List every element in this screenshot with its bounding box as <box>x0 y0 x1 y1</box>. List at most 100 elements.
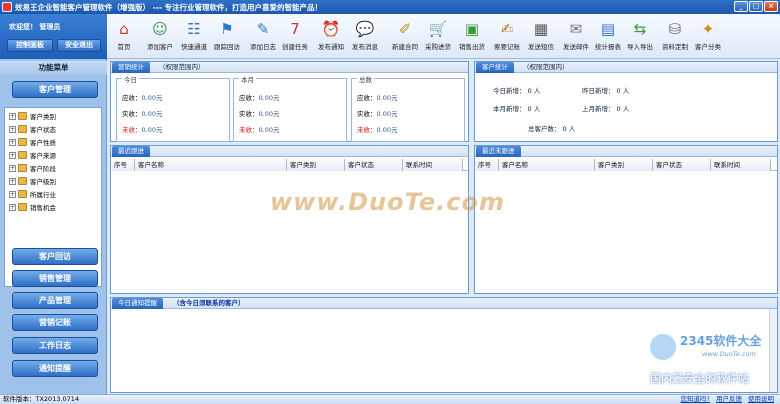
toolbar-button-10[interactable]: ▣ 销售出货 <box>455 16 489 57</box>
sales-stats-scope: （权限范围内） <box>159 63 205 71</box>
tree-item[interactable]: + 客户级别 <box>9 175 56 187</box>
received-value: 0.00元 <box>258 110 280 118</box>
customer-stats-scope: （权限范围内） <box>523 63 569 71</box>
toolbar-button-1[interactable]: ☺ 添加客户 <box>143 16 177 57</box>
received-row: 实收：0.00元 <box>239 110 280 118</box>
tree-item[interactable]: + 客户类别 <box>9 110 56 122</box>
today-notice-header: 今日通知提醒 （含今日须联系的客户） <box>111 298 777 309</box>
folder-icon <box>18 138 27 146</box>
folder-icon <box>18 177 27 185</box>
column-header[interactable]: 客户类别 <box>595 159 653 171</box>
toolbar-button-5[interactable]: 7 创建任务 <box>278 16 312 57</box>
toolbar-button-14[interactable]: ▤ 统计报表 <box>591 16 625 57</box>
status-link[interactable]: 使用说明 <box>748 395 774 404</box>
toolbar-label: 索要记账 <box>494 43 520 51</box>
clock-icon: ⏰ <box>321 20 341 38</box>
expand-icon[interactable]: + <box>9 177 16 185</box>
nav-button-3[interactable]: 营销记账 <box>12 314 98 331</box>
sales-group: 今日 应收：0.00元 实收：0.00元 未收：0.00元 <box>116 74 230 142</box>
safe-exit-button[interactable]: 安全退出 <box>57 39 101 52</box>
toolbar-button-8[interactable]: ✐ 新建合同 <box>388 16 422 57</box>
tree-item[interactable]: + 客户来源 <box>9 149 56 161</box>
toolbar-button-11[interactable]: ✍ 索要记账 <box>490 16 524 57</box>
toolbar-button-12[interactable]: ▦ 发送短信 <box>524 16 558 57</box>
toolbar-label: 跟踪回访 <box>214 43 240 51</box>
column-header[interactable]: 客户名称 <box>499 159 595 171</box>
toolbar-button-6[interactable]: ⏰ 发布通知 <box>314 16 348 57</box>
column-header[interactable]: 客户类别 <box>287 159 345 171</box>
toolbar-button-16[interactable]: ⛁ 资料定制 <box>658 16 692 57</box>
unreceived-value: 0.00元 <box>141 126 163 134</box>
expand-icon[interactable]: + <box>9 138 16 146</box>
tab-recent-unfollow[interactable]: 最近未跟进 <box>476 146 521 157</box>
receivable-row: 应收：0.00元 <box>239 94 280 102</box>
column-header[interactable]: 客户名称 <box>135 159 287 171</box>
nav-button-2[interactable]: 产品管理 <box>12 292 98 309</box>
maximize-button[interactable]: □ <box>749 1 763 12</box>
toolbar-button-17[interactable]: ✦ 客户分类 <box>691 16 725 57</box>
toolbar-button-2[interactable]: ☷ 快速通道 <box>177 16 211 57</box>
column-header[interactable]: 客户状态 <box>653 159 711 171</box>
status-link[interactable]: 用户反馈 <box>716 395 742 404</box>
nav-button-4[interactable]: 工作日志 <box>12 337 98 354</box>
tree-item[interactable]: + 销售机会 <box>9 201 56 213</box>
recent-unfollow-panel: 最近未跟进 序号 客户名称 客户类别 客户状态 联系时间 <box>474 145 778 294</box>
watermark-brand: 2345软件大全 <box>680 334 762 348</box>
received-value: 0.00元 <box>141 110 163 118</box>
column-header[interactable]: 序号 <box>475 159 499 171</box>
toolbar-button-4[interactable]: ✎ 添加日志 <box>246 16 280 57</box>
column-header[interactable]: 联系时间 <box>403 159 463 171</box>
toolbar-button-13[interactable]: ✉ 发送邮件 <box>559 16 593 57</box>
watermark-logo-icon <box>650 334 676 360</box>
toolbar-button-15[interactable]: ⇆ 导入导出 <box>623 16 657 57</box>
status-link[interactable]: 您知道吗? <box>681 395 710 404</box>
app-logo-icon <box>2 2 12 12</box>
tab-sales-stats[interactable]: 营销统计 <box>112 62 150 73</box>
ledger-icon: ✍ <box>500 20 514 38</box>
column-header[interactable]: 联系时间 <box>711 159 771 171</box>
expand-icon[interactable]: + <box>9 203 16 211</box>
recent-follow-header: 最近跟进 <box>111 146 468 157</box>
tree-item[interactable]: + 客户性质 <box>9 136 56 148</box>
folder-icon <box>18 164 27 172</box>
column-header[interactable]: 客户状态 <box>345 159 403 171</box>
toolbar-label: 发送邮件 <box>563 43 589 51</box>
sales-group-label: 总数 <box>357 74 374 84</box>
column-header[interactable]: 序号 <box>111 159 135 171</box>
tab-customer-stats[interactable]: 客户统计 <box>476 62 514 73</box>
tab-recent-follow[interactable]: 最近跟进 <box>112 146 150 157</box>
main-toolbar: ⌂ 首页 ☺ 添加客户 ☷ 快速通道 ⚑ 跟踪回访 ✎ 添加日志 7 创建任务 ⏰ 发布通知 💬 发布消息 ✐ 新… <box>107 14 780 59</box>
tree-item[interactable]: + 客户状态 <box>9 123 56 135</box>
toolbar-button-7[interactable]: 💬 发布消息 <box>348 16 382 57</box>
tree-item[interactable]: + 客户阶段 <box>9 162 56 174</box>
expand-icon[interactable]: + <box>9 190 16 198</box>
nav-button-1[interactable]: 销售管理 <box>12 270 98 287</box>
expand-icon[interactable]: + <box>9 112 16 120</box>
close-button[interactable]: × <box>764 1 778 12</box>
toolbar-button-9[interactable]: 🛒 采购进货 <box>421 16 455 57</box>
app-window: 效易王企业智能客户管理软件（增强版） --- 专注行业管理软件，打造用户喜爱的智… <box>0 0 780 404</box>
sales-stats-panel: 营销统计 （权限范围内） 今日 应收：0.00元 实收：0.00元 未收：0.00元本… <box>110 61 469 142</box>
toolbar-button-3[interactable]: ⚑ 跟踪回访 <box>210 16 244 57</box>
last-month-new-value: 0 人 <box>616 105 630 113</box>
toolbar-label: 新建合同 <box>392 43 418 51</box>
sales-group: 本月 应收：0.00元 实收：0.00元 未收：0.00元 <box>233 74 347 142</box>
nav-button-0[interactable]: 客户回访 <box>12 248 98 265</box>
minimize-button[interactable]: _ <box>734 1 748 12</box>
nav-button-5[interactable]: 通知提醒 <box>12 360 98 377</box>
tab-today-notice[interactable]: 今日通知提醒 <box>112 298 163 309</box>
expand-icon[interactable]: + <box>9 164 16 172</box>
recent-unfollow-header: 最近未跟进 <box>475 146 777 157</box>
tree-item-label: 所属行业 <box>30 191 56 199</box>
today-new-value: 0 人 <box>527 87 541 95</box>
expand-icon[interactable]: + <box>9 151 16 159</box>
receivable-value: 0.00元 <box>376 94 398 102</box>
toolbar-button-0[interactable]: ⌂ 首页 <box>107 16 141 57</box>
box-icon: ▣ <box>464 20 480 38</box>
control-panel-button[interactable]: 控制面板 <box>7 39 53 52</box>
expand-icon[interactable]: + <box>9 125 16 133</box>
tree-item[interactable]: + 所属行业 <box>9 188 56 200</box>
sales-stats-header: 营销统计 （权限范围内） <box>111 62 468 73</box>
nav-customer-management[interactable]: 客户管理 <box>12 81 98 98</box>
database-icon: ⛁ <box>668 20 682 38</box>
